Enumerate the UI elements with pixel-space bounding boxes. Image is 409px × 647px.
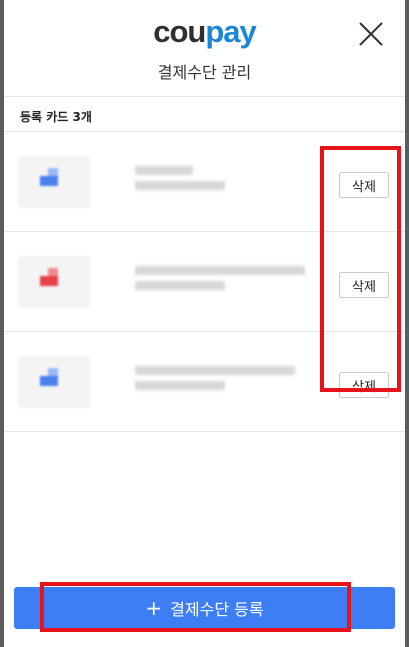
delete-card-button[interactable]: 삭제: [339, 372, 389, 398]
card-image: [18, 356, 90, 408]
modal-title: 결제수단 관리: [157, 63, 252, 82]
close-button[interactable]: [357, 20, 385, 48]
backdrop: [405, 0, 409, 647]
delete-card-button[interactable]: 삭제: [339, 272, 389, 298]
modal-header: coupay 결제수단 관리: [4, 0, 405, 97]
register-button-label: 결제수단 등록: [170, 600, 264, 619]
coupay-logo: coupay: [153, 14, 257, 49]
card-image: [18, 256, 90, 308]
payment-methods-modal: coupay 결제수단 관리 등록 카드 3개 삭제 삭제 삭제 + 결제수단 …: [4, 0, 405, 647]
card-row: 삭제: [4, 132, 405, 232]
delete-card-button[interactable]: 삭제: [339, 172, 389, 198]
register-payment-method-button[interactable]: + 결제수단 등록: [14, 587, 395, 629]
card-info-masked: [135, 166, 225, 196]
card-row: 삭제: [4, 332, 405, 432]
card-image: [18, 156, 90, 208]
card-row: 삭제: [4, 232, 405, 332]
registered-cards-count: 등록 카드 3개: [4, 97, 405, 132]
plus-icon: +: [145, 596, 163, 620]
card-info-masked: [135, 266, 305, 296]
card-info-masked: [135, 366, 295, 396]
close-icon: [359, 22, 383, 46]
